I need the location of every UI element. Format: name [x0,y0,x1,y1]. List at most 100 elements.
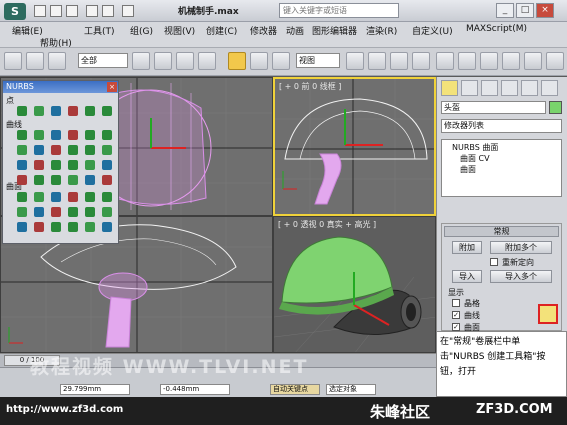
nurbs-surface-tools-tool-icon[interactable] [34,207,44,217]
move-icon[interactable] [228,52,246,70]
nurbs-surface-tools-tool-icon[interactable] [102,192,112,202]
menu-edit[interactable]: 编辑(E) [12,24,43,37]
menu-customize[interactable]: 自定义(U) [412,24,453,37]
nurbs-curve-tools-tool-icon[interactable] [51,175,61,185]
selection-region-icon[interactable] [176,52,194,70]
nurbs-surface-tools-tool-icon[interactable] [17,192,27,202]
create-tab-icon[interactable] [441,80,458,96]
perspective-viewport-label[interactable]: [ + 0 透视 0 真实 + 高光 ] [278,219,376,230]
nurbs-curve-tools-tool-icon[interactable] [17,145,27,155]
nurbs-toolbox-close-button[interactable]: × [107,82,117,92]
nurbs-point-tools-tool-icon[interactable] [17,106,27,116]
nurbs-curve-tools-tool-icon[interactable] [51,160,61,170]
utilities-tab-icon[interactable] [541,80,558,96]
nurbs-curve-tools-tool-icon[interactable] [51,145,61,155]
reference-coord-select[interactable]: 视图 [296,53,340,68]
nurbs-surface-tools-tool-icon[interactable] [102,207,112,217]
stack-item-surface-cv[interactable]: 曲面 CV [460,153,490,164]
attach-multiple-button[interactable]: 附加多个 [490,241,552,254]
stack-item-nurbs-surface[interactable]: NURBS 曲面 [452,142,498,153]
coord-y-field[interactable]: -0.448mm [160,384,230,395]
selection-filter-select[interactable]: 全部 [78,53,128,68]
scale-icon[interactable] [272,52,290,70]
nurbs-surface-tools-tool-icon[interactable] [34,192,44,202]
nurbs-surface-tools-tool-icon[interactable] [85,207,95,217]
front-viewport-label[interactable]: [ + 0 前 0 线框 ] [279,81,341,92]
nurbs-surface-tools-tool-icon[interactable] [68,207,78,217]
perspective-viewport[interactable]: [ + 0 透视 0 真实 + 高光 ] [273,216,436,353]
nurbs-toolbox-title[interactable]: NURBS [3,81,118,93]
nurbs-curve-tools-tool-icon[interactable] [68,130,78,140]
menu-animation[interactable]: 动画 [286,24,304,37]
nurbs-surface-tools-tool-icon[interactable] [17,222,27,232]
object-color-swatch[interactable] [549,101,562,114]
open-file-icon[interactable] [50,5,62,17]
maximize-button[interactable]: □ [516,3,534,18]
undo-icon[interactable] [86,5,98,17]
menu-rendering[interactable]: 渲染(R) [366,24,397,37]
project-folder-icon[interactable] [122,5,134,17]
stack-item-surface[interactable]: 曲面 [460,164,476,175]
menu-graph-editors[interactable]: 图形编辑器 [312,24,357,37]
new-file-icon[interactable] [34,5,46,17]
nurbs-curve-tools-tool-icon[interactable] [85,160,95,170]
app-logo-icon[interactable]: S [4,3,26,20]
minimize-button[interactable]: _ [496,3,514,18]
menu-group[interactable]: 组(G) [130,24,153,37]
general-rollout-header[interactable]: 常规 [444,226,559,237]
nurbs-curve-tools-tool-icon[interactable] [85,145,95,155]
menu-tools[interactable]: 工具(T) [84,24,115,37]
link-icon[interactable] [26,52,44,70]
hierarchy-tab-icon[interactable] [481,80,498,96]
help-search-input[interactable]: 键入关键字或短语 [279,3,399,18]
coord-x-field[interactable]: 29.799mm [60,384,130,395]
nurbs-curve-tools-tool-icon[interactable] [34,145,44,155]
import-button[interactable]: 导入 [452,270,482,283]
nurbs-curve-tools-tool-icon[interactable] [85,130,95,140]
import-multiple-button[interactable]: 导入多个 [490,270,552,283]
curves-checkbox[interactable]: ✓ [452,311,460,319]
nurbs-curve-tools-tool-icon[interactable] [34,175,44,185]
angle-snap-icon[interactable] [390,52,408,70]
nurbs-curve-tools-tool-icon[interactable] [102,145,112,155]
nurbs-surface-tools-tool-icon[interactable] [68,222,78,232]
nurbs-curve-tools-tool-icon[interactable] [17,130,27,140]
nurbs-creation-toolbox-button[interactable] [538,304,558,324]
percent-snap-icon[interactable] [412,52,430,70]
align-icon[interactable] [458,52,476,70]
rotate-icon[interactable] [250,52,268,70]
menu-create[interactable]: 创建(C) [206,24,237,37]
nurbs-curve-tools-tool-icon[interactable] [68,175,78,185]
front-viewport[interactable]: [ + 0 前 0 线框 ] [273,77,436,216]
nurbs-curve-tools-tool-icon[interactable] [68,160,78,170]
reorient-checkbox[interactable] [490,258,498,266]
menu-maxscript[interactable]: MAXScript(M) [466,24,527,34]
render-frame-icon[interactable] [546,52,564,70]
nurbs-surface-tools-tool-icon[interactable] [51,222,61,232]
nurbs-surface-tools-tool-icon[interactable] [85,222,95,232]
lattice-checkbox[interactable] [452,299,460,307]
auto-key-button[interactable]: 自动关键点 [270,384,320,395]
select-by-name-icon[interactable] [154,52,172,70]
pivot-center-icon[interactable] [346,52,364,70]
undo-toolbar-icon[interactable] [4,52,22,70]
mirror-icon[interactable] [436,52,454,70]
nurbs-surface-tools-tool-icon[interactable] [102,222,112,232]
nurbs-curve-tools-tool-icon[interactable] [34,160,44,170]
unlink-icon[interactable] [48,52,66,70]
snap-icon[interactable] [368,52,386,70]
render-setup-icon[interactable] [502,52,520,70]
material-editor-icon[interactable] [480,52,498,70]
nurbs-curve-tools-tool-icon[interactable] [34,130,44,140]
close-window-button[interactable]: × [536,3,554,18]
nurbs-curve-tools-tool-icon[interactable] [102,130,112,140]
save-file-icon[interactable] [66,5,78,17]
nurbs-point-tools-tool-icon[interactable] [68,106,78,116]
nurbs-curve-tools-tool-icon[interactable] [102,175,112,185]
selected-object-select[interactable]: 选定对象 [326,384,376,395]
modify-tab-icon[interactable] [461,80,478,96]
nurbs-curve-tools-tool-icon[interactable] [68,145,78,155]
modifier-list-dropdown[interactable]: 修改器列表 [441,119,562,133]
menu-views[interactable]: 视图(V) [164,24,195,37]
render-icon[interactable] [524,52,542,70]
